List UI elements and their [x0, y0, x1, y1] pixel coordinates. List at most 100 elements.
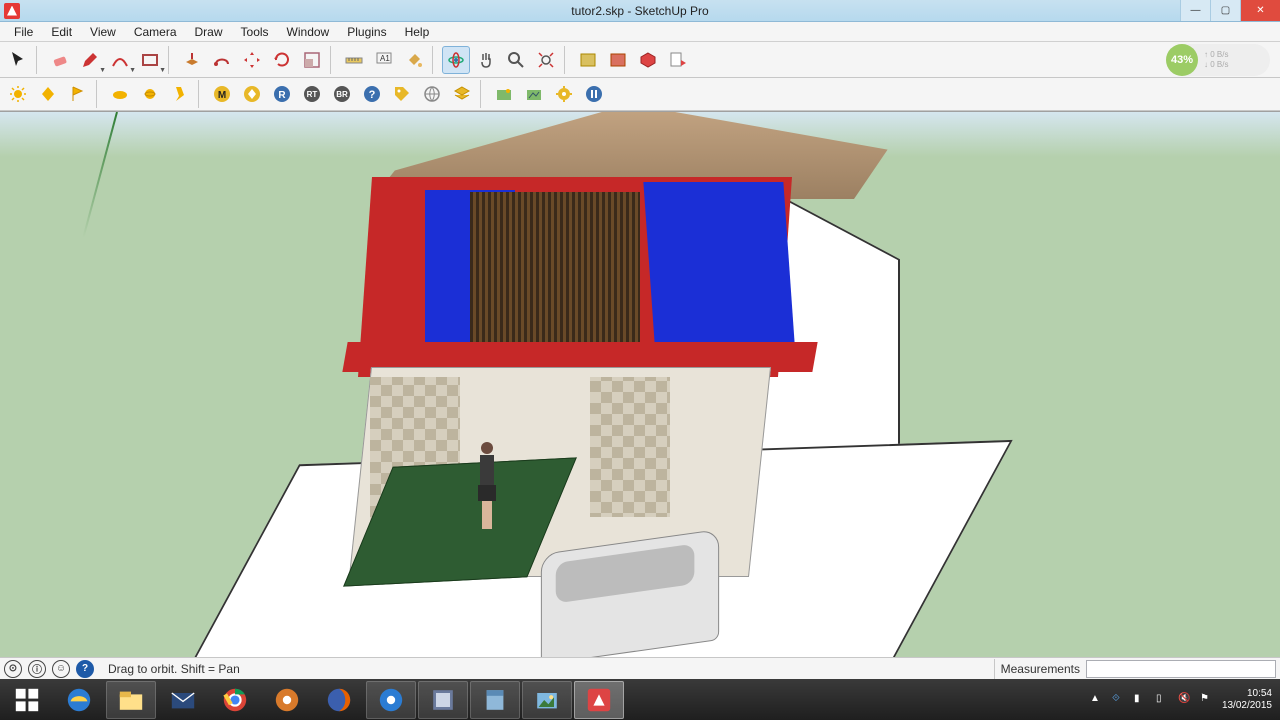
editor-app[interactable]: [418, 681, 468, 719]
pan-tool[interactable]: [472, 46, 500, 74]
menu-bar: File Edit View Camera Draw Tools Window …: [0, 22, 1280, 42]
eraser-tool[interactable]: [46, 46, 74, 74]
sketchup-app[interactable]: [574, 681, 624, 719]
rt-badge[interactable]: RT: [298, 80, 326, 108]
menu-edit[interactable]: Edit: [43, 23, 80, 41]
measurements-input[interactable]: [1086, 660, 1276, 678]
br-badge[interactable]: BR: [328, 80, 356, 108]
m-badge[interactable]: M: [208, 80, 236, 108]
windows-taskbar: ▲ ⟐ ▮ ▯ 🔇 ⚑ 10:54 13/02/2015: [0, 679, 1280, 720]
toolbar-separator: [168, 46, 174, 74]
menu-file[interactable]: File: [6, 23, 41, 41]
get-models-tool[interactable]: [574, 46, 602, 74]
clock-date: 13/02/2015: [1222, 700, 1272, 712]
chrome-browser[interactable]: [210, 681, 260, 719]
help-status-icon[interactable]: ?: [76, 660, 94, 678]
text-tool[interactable]: A1: [370, 46, 398, 74]
menu-window[interactable]: Window: [279, 23, 338, 41]
r-badge[interactable]: R: [268, 80, 296, 108]
secondary-toolbar: M R RT BR ?: [0, 78, 1280, 111]
status-hint: Drag to orbit. Shift = Pan: [108, 662, 240, 676]
flag-tool[interactable]: [64, 80, 92, 108]
geolocation-icon[interactable]: ⊙: [4, 660, 22, 678]
layers-badge[interactable]: [448, 80, 476, 108]
pause-tool[interactable]: [580, 80, 608, 108]
render-settings-tool[interactable]: [550, 80, 578, 108]
tape-measure-tool[interactable]: [340, 46, 368, 74]
tray-flag-icon[interactable]: ⚑: [1200, 693, 1214, 707]
scale-figure: [475, 442, 499, 532]
select-tool[interactable]: [4, 46, 32, 74]
zoom-tool[interactable]: [502, 46, 530, 74]
zoom-extents-tool[interactable]: [532, 46, 560, 74]
network-percent: 43%: [1166, 44, 1198, 76]
toolbar-separator: [432, 46, 438, 74]
sun-tool[interactable]: [4, 80, 32, 108]
close-button[interactable]: ✕: [1240, 0, 1280, 21]
sphere-tool[interactable]: [136, 80, 164, 108]
tray-up-icon[interactable]: ▲: [1090, 693, 1104, 707]
help-badge[interactable]: ?: [358, 80, 386, 108]
toolbar-separator: [96, 80, 102, 108]
window-title: tutor2.skp - SketchUp Pro: [571, 4, 708, 18]
mail-app[interactable]: [158, 681, 208, 719]
paint-bucket-tool[interactable]: [400, 46, 428, 74]
diamond-badge[interactable]: [238, 80, 266, 108]
svg-text:RT: RT: [307, 90, 318, 99]
measurements-box: Measurements: [994, 659, 1276, 679]
menu-draw[interactable]: Draw: [187, 23, 231, 41]
svg-text:M: M: [218, 90, 226, 101]
pencil-tool[interactable]: ▼: [76, 46, 104, 74]
render2-tool[interactable]: [520, 80, 548, 108]
toolbar-separator: [36, 46, 42, 74]
settings-app[interactable]: [366, 681, 416, 719]
person-icon[interactable]: ☺: [52, 660, 70, 678]
credits-icon[interactable]: ⓘ: [28, 660, 46, 678]
tray-volume-icon[interactable]: 🔇: [1178, 693, 1192, 707]
menu-plugins[interactable]: Plugins: [339, 23, 394, 41]
maximize-button[interactable]: ▢: [1210, 0, 1240, 21]
tag-badge[interactable]: [388, 80, 416, 108]
media-player[interactable]: [262, 681, 312, 719]
menu-view[interactable]: View: [82, 23, 124, 41]
model-viewport[interactable]: [0, 111, 1280, 657]
move-tool[interactable]: [238, 46, 266, 74]
orbit-tool[interactable]: [442, 46, 470, 74]
rotate-tool[interactable]: [268, 46, 296, 74]
svg-text:R: R: [278, 90, 286, 101]
clock-time: 10:54: [1222, 688, 1272, 700]
arc-tool[interactable]: ▼: [106, 46, 134, 74]
globe-badge[interactable]: [418, 80, 446, 108]
file-explorer[interactable]: [106, 681, 156, 719]
ie-browser[interactable]: [54, 681, 104, 719]
send-to-layout-tool[interactable]: [664, 46, 692, 74]
oval-tool[interactable]: [106, 80, 134, 108]
stone-wall-right: [590, 377, 670, 517]
tray-battery-icon[interactable]: ▮: [1134, 693, 1148, 707]
push-pull-tool[interactable]: [178, 46, 206, 74]
network-meter-widget[interactable]: 43% ↑ 0 B/s ↓ 0 B/s: [1166, 44, 1270, 76]
sketchup-app-icon: [4, 3, 20, 19]
menu-tools[interactable]: Tools: [233, 23, 277, 41]
scale-tool[interactable]: [298, 46, 326, 74]
menu-camera[interactable]: Camera: [126, 23, 185, 41]
photos-app[interactable]: [522, 681, 572, 719]
share-model-tool[interactable]: [604, 46, 632, 74]
rectangle-tool[interactable]: ▼: [136, 46, 164, 74]
tray-bluetooth-icon[interactable]: ⟐: [1112, 693, 1126, 707]
network-speeds: ↑ 0 B/s ↓ 0 B/s: [1204, 50, 1228, 70]
firefox-browser[interactable]: [314, 681, 364, 719]
start-button[interactable]: [2, 681, 52, 719]
diamond-tool[interactable]: [34, 80, 62, 108]
tray-network-icon[interactable]: ▯: [1156, 693, 1170, 707]
extension-warehouse-tool[interactable]: [634, 46, 662, 74]
measurements-label: Measurements: [994, 659, 1086, 679]
house-model: [250, 112, 910, 657]
follow-me-tool[interactable]: [208, 46, 236, 74]
minimize-button[interactable]: —: [1180, 0, 1210, 21]
menu-help[interactable]: Help: [397, 23, 438, 41]
taskbar-clock[interactable]: 10:54 13/02/2015: [1222, 688, 1272, 712]
notes-app[interactable]: [470, 681, 520, 719]
marker-tool[interactable]: [166, 80, 194, 108]
render1-tool[interactable]: [490, 80, 518, 108]
